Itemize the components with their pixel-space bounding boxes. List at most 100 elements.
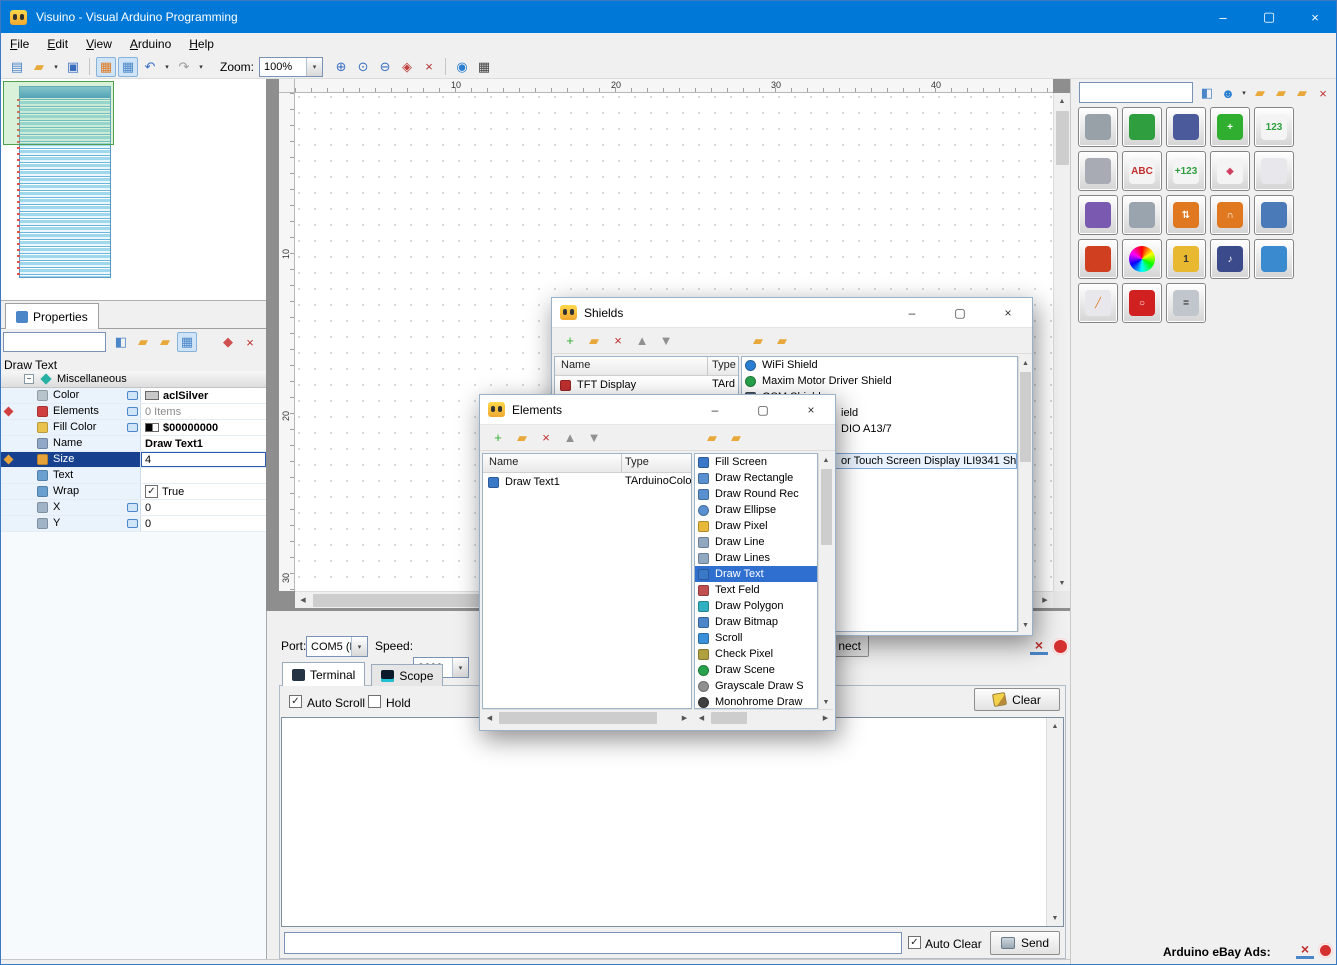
scroll-up-icon[interactable]: ▲ (1047, 718, 1063, 734)
connection-settings-icon[interactable]: × (1030, 637, 1048, 655)
type-column-header[interactable]: Type (625, 456, 649, 468)
link-icon[interactable] (127, 519, 138, 528)
property-value-cell[interactable]: $00000000 (141, 420, 266, 435)
tree-item-draw-lines[interactable]: Draw Lines (695, 550, 817, 566)
scroll-right-icon[interactable]: ▶ (677, 710, 692, 725)
property-value-cell[interactable]: Draw Text1 (141, 436, 266, 451)
collapse-all-icon[interactable]: ▰ (772, 331, 792, 351)
terminal-scrollbar[interactable]: ▲ ▼ (1046, 718, 1063, 926)
scrollbar-thumb[interactable] (711, 712, 747, 724)
scroll-down-icon[interactable]: ▼ (1019, 618, 1032, 632)
scrollbar-thumb[interactable] (1020, 372, 1031, 462)
port-dropdown-icon[interactable]: ▾ (351, 637, 367, 656)
delete-shield-icon[interactable]: × (608, 331, 628, 351)
wrap-checkbox[interactable]: ✓ (145, 485, 158, 498)
tree-item-maxim-motor-driver-shield[interactable]: Maxim Motor Driver Shield (742, 373, 1017, 389)
property-value-cell[interactable]: 0 (141, 500, 266, 515)
undo-dropdown-icon[interactable]: ▾ (162, 63, 172, 71)
power-off-component-button[interactable]: ○ (1122, 283, 1162, 323)
new-file-icon[interactable]: ▤ (7, 57, 27, 77)
scroll-up-icon[interactable]: ▲ (819, 453, 833, 467)
port-combobox[interactable]: COM5 (L ▾ (306, 636, 368, 657)
tab-scope[interactable]: Scope (371, 664, 443, 686)
viewport-rectangle[interactable] (3, 81, 114, 145)
tree-item-draw-line[interactable]: Draw Line (695, 534, 817, 550)
auto-scroll-checkbox[interactable]: ✓ (289, 695, 302, 708)
property-value-cell[interactable]: 0 Items (141, 404, 266, 419)
menu-file[interactable]: File (1, 34, 38, 54)
send-button[interactable]: Send (990, 931, 1060, 955)
tag-icon[interactable]: ◧ (111, 332, 131, 352)
menu-arduino[interactable]: Arduino (121, 34, 180, 54)
scroll-down-icon[interactable]: ▼ (819, 695, 833, 709)
property-value-cell[interactable]: 0 (141, 516, 266, 531)
gamepad-component-button[interactable] (1078, 195, 1118, 235)
edit-document-component-button[interactable]: ╱ (1078, 283, 1118, 323)
scrollbar-thumb[interactable] (1056, 111, 1069, 165)
property-row-y[interactable]: Y0 (1, 516, 266, 532)
water-drop-component-button[interactable] (1254, 239, 1294, 279)
terminal-send-input[interactable] (284, 932, 902, 954)
shields-tree-scrollbar[interactable]: ▲ ▼ (1018, 356, 1032, 632)
clock-component-button[interactable]: 1 (1166, 239, 1206, 279)
redo-icon[interactable]: ↷ (174, 57, 194, 77)
tree-item-draw-rectangle[interactable]: Draw Rectangle (695, 470, 817, 486)
link-icon[interactable] (127, 391, 138, 400)
text-value-component-button[interactable]: ABC (1122, 151, 1162, 191)
tree-item-fill-screen[interactable]: Fill Screen (695, 454, 817, 470)
property-row-wrap[interactable]: Wrap✓True (1, 484, 266, 500)
scroll-up-icon[interactable]: ▲ (1019, 356, 1032, 370)
folders-icon[interactable]: ▰ (155, 332, 175, 352)
move-up-icon[interactable]: ▲ (560, 428, 580, 448)
add-multiple-icon[interactable]: ▰ (512, 428, 532, 448)
minimize-button[interactable]: – (888, 298, 936, 327)
move-up-icon[interactable]: ▲ (632, 331, 652, 351)
property-row-color[interactable]: ColoraclSilver (1, 388, 266, 404)
scroll-left-icon[interactable]: ◀ (482, 710, 497, 725)
data-transfer-component-button[interactable]: ⇅ (1166, 195, 1206, 235)
scroll-right-icon[interactable]: ▶ (818, 710, 833, 725)
arduino-board-component-button[interactable] (1122, 107, 1162, 147)
menu-edit[interactable]: Edit (38, 34, 77, 54)
undo-icon[interactable]: ↶ (140, 57, 160, 77)
property-row-elements[interactable]: Elements0 Items (1, 404, 266, 420)
property-row-name[interactable]: NameDraw Text1 (1, 436, 266, 452)
property-filter-input[interactable] (3, 332, 106, 352)
tree-item-scroll[interactable]: Scroll (695, 630, 817, 646)
scroll-down-icon[interactable]: ▼ (1047, 910, 1063, 926)
link-icon[interactable] (127, 407, 138, 416)
maximize-button[interactable]: ▢ (1246, 1, 1292, 33)
move-down-icon[interactable]: ▼ (584, 428, 604, 448)
add-element-icon[interactable]: + (488, 428, 508, 448)
property-value-cell[interactable]: ✓True (141, 484, 266, 499)
open-file-dropdown-icon[interactable]: ▾ (51, 63, 61, 71)
delete-icon[interactable]: × (419, 57, 439, 77)
terminal-output[interactable]: ▲ ▼ (281, 717, 1064, 927)
tree-item-draw-bitmap[interactable]: Draw Bitmap (695, 614, 817, 630)
property-value-cell[interactable]: 4 (141, 452, 266, 467)
counter-component-button[interactable]: +123 (1166, 151, 1206, 191)
audio-component-button[interactable]: ♪ (1210, 239, 1250, 279)
gear-component-button[interactable] (1078, 107, 1118, 147)
ads-power-icon[interactable] (1318, 943, 1333, 958)
scroll-left-icon[interactable]: ◀ (694, 710, 709, 725)
tree-item-monohrome-draw[interactable]: Monohrome Draw (695, 694, 817, 709)
zoom-actual-icon[interactable]: ⊙ (353, 57, 373, 77)
tree-item-grayscale-draw-s[interactable]: Grayscale Draw S (695, 678, 817, 694)
snap-to-grid-icon[interactable]: ▦ (96, 57, 116, 77)
property-value-cell[interactable] (141, 468, 266, 483)
tree-item-draw-round-rec[interactable]: Draw Round Rec (695, 486, 817, 502)
minimize-button[interactable]: – (691, 395, 739, 424)
scroll-up-icon[interactable]: ▲ (1054, 93, 1070, 109)
close-button[interactable]: × (984, 298, 1032, 327)
property-category-row[interactable]: − Miscellaneous (1, 371, 266, 388)
tree-item-draw-polygon[interactable]: Draw Polygon (695, 598, 817, 614)
power-icon[interactable] (1052, 638, 1069, 655)
expand-all-icon[interactable]: ▰ (748, 331, 768, 351)
scroll-down-icon[interactable]: ▼ (1054, 575, 1070, 591)
zoom-combobox[interactable]: 100% ▾ (259, 57, 323, 77)
maximize-button[interactable]: ▢ (936, 298, 984, 327)
clear-button[interactable]: Clear (974, 688, 1060, 711)
tree-item-text-feld[interactable]: Text Feld (695, 582, 817, 598)
hold-checkbox[interactable] (368, 695, 381, 708)
